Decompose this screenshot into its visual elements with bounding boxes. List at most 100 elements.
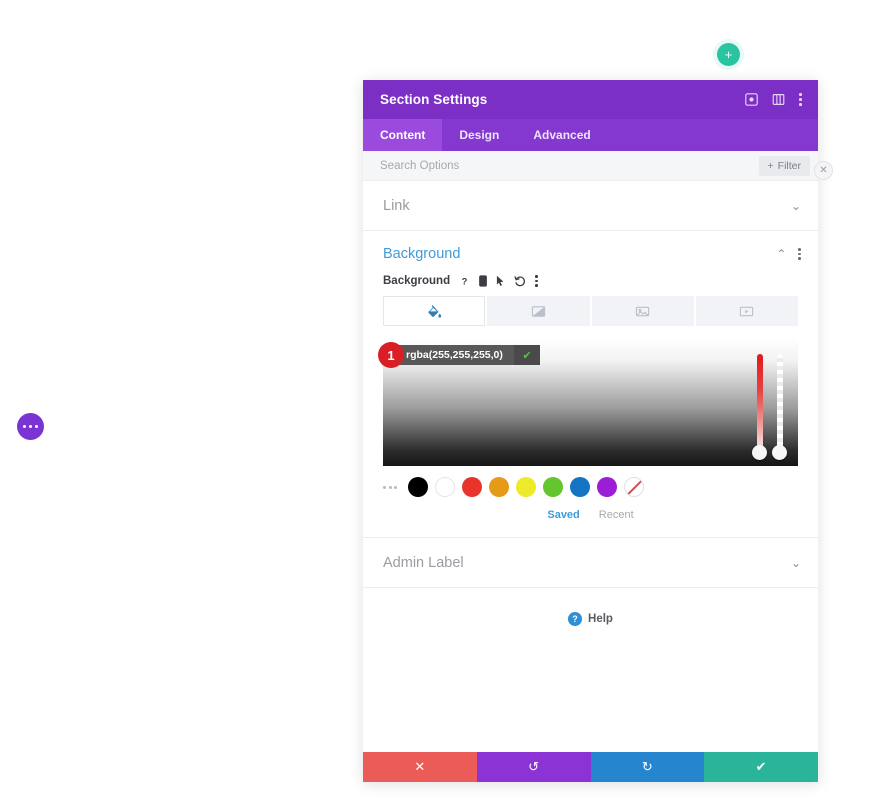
dot-icon (22, 424, 27, 429)
help-icon[interactable]: ? (459, 275, 470, 287)
swatch-tabs: Saved Recent (363, 509, 818, 521)
dot-icon (394, 485, 397, 489)
modal-header: Section Settings (363, 80, 818, 119)
section-admin-label-label: Admin Label (383, 554, 464, 571)
undo-icon: ↺ (528, 759, 540, 774)
color-sliders (752, 354, 787, 460)
dot-icon (799, 102, 802, 106)
section-options-menu-icon[interactable] (798, 248, 801, 260)
color-value-input[interactable]: rgba(255,255,255,0) (396, 345, 514, 365)
alpha-slider-handle[interactable] (772, 445, 787, 460)
swatch-white[interactable] (435, 477, 455, 497)
redo-icon: ↻ (641, 759, 653, 774)
background-field-label: Background (383, 275, 451, 287)
close-icon: ✕ (819, 165, 828, 176)
section-background-header[interactable]: Background ⌃ (363, 231, 818, 277)
section-settings-modal: Section Settings Content Design Advanced… (363, 80, 833, 782)
swatch-yellow[interactable] (516, 477, 536, 497)
dot-icon (383, 485, 386, 489)
cancel-button[interactable]: ✕ (363, 752, 477, 782)
dot-icon (34, 424, 39, 429)
swatch-red[interactable] (462, 477, 482, 497)
section-link[interactable]: Link ⌄ (363, 181, 818, 231)
hue-slider-track (756, 354, 763, 456)
background-color-tab[interactable] (383, 296, 486, 326)
swatch-purple[interactable] (597, 477, 617, 497)
alpha-slider-track (776, 354, 783, 456)
color-swatch-row (383, 477, 798, 497)
background-image-tab[interactable] (591, 296, 694, 326)
tab-advanced[interactable]: Advanced (516, 119, 607, 151)
hue-slider[interactable] (752, 354, 767, 460)
swatch-orange[interactable] (489, 477, 509, 497)
hue-slider-handle[interactable] (752, 445, 767, 460)
swatch-green[interactable] (543, 477, 563, 497)
more-menu-icon[interactable] (799, 93, 802, 106)
reset-icon[interactable] (514, 275, 526, 287)
section-background: Background ⌃ Background ? rgba(255,255,2… (363, 231, 818, 538)
video-icon (740, 306, 754, 316)
chevron-down-icon: ⌄ (790, 555, 801, 570)
help-label: Help (588, 613, 613, 625)
tab-content[interactable]: Content (363, 119, 443, 151)
help-icon: ? (568, 612, 583, 626)
svg-text:?: ? (462, 275, 468, 286)
color-saturation-area[interactable]: rgba(255,255,255,0) ✔ (383, 338, 798, 466)
dot-icon (535, 279, 538, 283)
paint-bucket-icon (428, 304, 441, 317)
dot-icon (798, 248, 801, 251)
search-bar: + Filter (363, 151, 818, 181)
section-admin-label[interactable]: Admin Label ⌄ (363, 538, 818, 588)
dot-icon (798, 252, 801, 256)
more-swatches-button[interactable] (383, 485, 397, 489)
add-section-button[interactable]: + (717, 43, 740, 66)
hover-cursor-icon[interactable] (496, 275, 505, 287)
close-modal-button[interactable]: ✕ (814, 161, 833, 180)
swatch-blue[interactable] (570, 477, 590, 497)
help-row[interactable]: ? Help (363, 588, 818, 652)
color-picker: rgba(255,255,255,0) ✔ 1 (378, 338, 798, 466)
filter-label: Filter (777, 159, 801, 172)
plus-icon: + (767, 159, 774, 172)
focus-icon[interactable] (745, 93, 759, 106)
page-settings-button[interactable] (17, 413, 44, 440)
save-button[interactable]: ✔ (704, 752, 818, 782)
dot-icon (799, 98, 802, 101)
swatch-transparent[interactable] (624, 477, 644, 497)
dot-icon (28, 424, 33, 429)
tab-saved-colors[interactable]: Saved (547, 509, 579, 521)
options-menu-icon[interactable] (535, 275, 538, 287)
check-icon: ✔ (522, 349, 532, 362)
color-confirm-button[interactable]: ✔ (514, 345, 540, 365)
alpha-slider[interactable] (772, 354, 787, 460)
modal-tabbar: Content Design Advanced ✕ (363, 119, 833, 180)
tab-design[interactable]: Design (442, 119, 516, 151)
color-value-box: rgba(255,255,255,0) ✔ (396, 345, 540, 365)
section-link-label: Link (383, 197, 410, 214)
background-type-tabs (383, 296, 798, 326)
image-icon (635, 306, 650, 316)
undo-button[interactable]: ↺ (476, 752, 591, 782)
responsive-icon[interactable] (479, 275, 487, 287)
chevron-up-icon[interactable]: ⌃ (776, 247, 786, 261)
redo-button[interactable]: ↻ (590, 752, 705, 782)
background-video-tab[interactable] (695, 296, 798, 326)
swatch-black[interactable] (408, 477, 428, 497)
layout-icon[interactable] (772, 93, 785, 106)
step-badge-1: 1 (378, 342, 404, 368)
modal-footer: ✕ ↺ ↻ ✔ (363, 752, 818, 782)
search-input[interactable] (380, 159, 759, 172)
dot-icon (388, 485, 392, 489)
dot-icon (798, 257, 801, 260)
dot-icon (535, 275, 538, 278)
filter-button[interactable]: + Filter (758, 155, 810, 176)
dot-icon (535, 284, 538, 287)
plus-icon: + (724, 47, 733, 62)
modal-spacer (363, 652, 818, 752)
dot-icon (799, 93, 802, 97)
close-icon: ✕ (414, 759, 426, 774)
tab-recent-colors[interactable]: Recent (599, 509, 634, 521)
background-gradient-tab[interactable] (487, 296, 590, 326)
gradient-icon (531, 305, 546, 317)
chevron-down-icon: ⌄ (790, 198, 801, 213)
